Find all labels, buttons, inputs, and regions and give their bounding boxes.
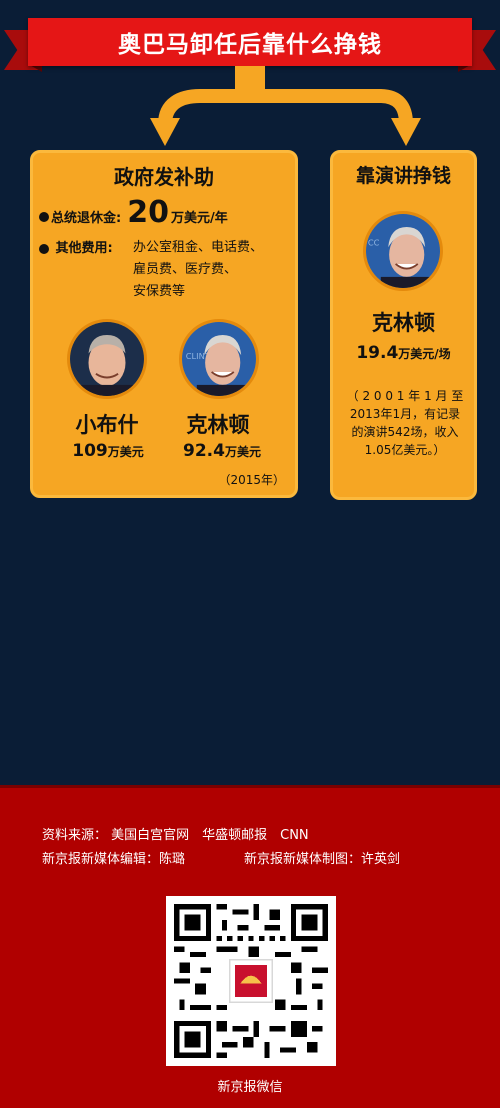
- footer: 资料来源： 美国白宫官网 华盛顿邮报 CNN 新京报新媒体编辑：陈璐 新京报新媒…: [0, 785, 500, 1108]
- speech-fee-value: 19.4: [356, 343, 399, 363]
- bush-name: 小布什: [75, 413, 139, 437]
- other-costs-list: 办公室租金、电话费、 雇员费、医疗费、 安保费等: [133, 237, 293, 303]
- other-costs-line: 雇员费、医疗费、: [133, 262, 238, 277]
- pension-value: 20: [127, 195, 169, 230]
- card-heading: 政府发补助: [114, 165, 214, 189]
- bullet-icon: [39, 212, 49, 222]
- pension-row: 总统退休金: 20 万美元/年: [39, 195, 228, 230]
- speech-note-line: 1.05亿美元。）: [364, 443, 446, 457]
- speech-note: （ 2 0 0 1 年 1 月 至 2013年1月，有记录 的演讲542场，收入…: [339, 387, 471, 459]
- speech-note-line: （ 2 0 0 1 年 1 月 至: [346, 389, 464, 403]
- clinton-name: 克林顿: [186, 413, 250, 437]
- bush-amount-value: 109: [72, 441, 108, 461]
- year-note: （2015年）: [218, 473, 285, 487]
- qr-code[interactable]: [166, 896, 336, 1066]
- editor-credit: 新京报新媒体编辑：陈璐: [42, 852, 186, 867]
- speech-income-card: 靠演讲挣钱 CC 克林顿 19.4万美元/场 （ 2 0 0 1 年 1 月 至…: [330, 150, 477, 500]
- clinton-amount-value: 92.4: [183, 441, 225, 461]
- pension-unit: 万美元/年: [170, 211, 228, 226]
- speech-note-line: 的演讲542场，收入: [351, 425, 459, 439]
- other-costs-label: 其他费用:: [55, 241, 113, 256]
- other-costs-line: 安保费等: [133, 284, 186, 299]
- bush-amount-unit: 万美元: [107, 445, 144, 459]
- branch-arrow-icon: [150, 66, 421, 146]
- government-subsidy-card: 政府发补助 总统退休金: 20 万美元/年 其他费用: 办公室租金、电话费、 雇…: [30, 150, 298, 498]
- bush-portrait: [67, 319, 147, 399]
- qr-code-icon: [174, 904, 328, 1058]
- qr-caption: 新京报微信: [217, 1080, 283, 1095]
- page-title: 奥巴马卸任后靠什么挣钱: [118, 32, 382, 58]
- clinton-amount-unit: 万美元: [224, 445, 261, 459]
- speech-fee-unit: 万美元/场: [398, 347, 451, 361]
- bush-amount: 109万美元: [53, 441, 163, 461]
- clinton-amount: 92.4万美元: [167, 441, 277, 461]
- speech-fee: 19.4万美元/场: [333, 343, 474, 363]
- source-credit: 资料来源： 美国白宫官网 华盛顿邮报 CNN: [42, 828, 309, 843]
- svg-text:CC: CC: [368, 237, 380, 247]
- designer-credit: 新京报新媒体制图：许英剑: [244, 852, 401, 867]
- pension-label: 总统退休金:: [51, 211, 122, 226]
- clinton-name: 克林顿: [372, 311, 435, 335]
- clinton-portrait: CLINTON: [179, 319, 259, 399]
- bullet-icon: [39, 243, 49, 254]
- other-costs-line: 办公室租金、电话费、: [133, 240, 264, 255]
- title-banner: 奥巴马卸任后靠什么挣钱: [28, 18, 472, 66]
- speech-note-line: 2013年1月，有记录: [349, 407, 461, 421]
- other-costs-row: 其他费用:: [39, 237, 113, 256]
- clinton-portrait: CC: [363, 211, 443, 291]
- card-heading: 靠演讲挣钱: [355, 165, 451, 187]
